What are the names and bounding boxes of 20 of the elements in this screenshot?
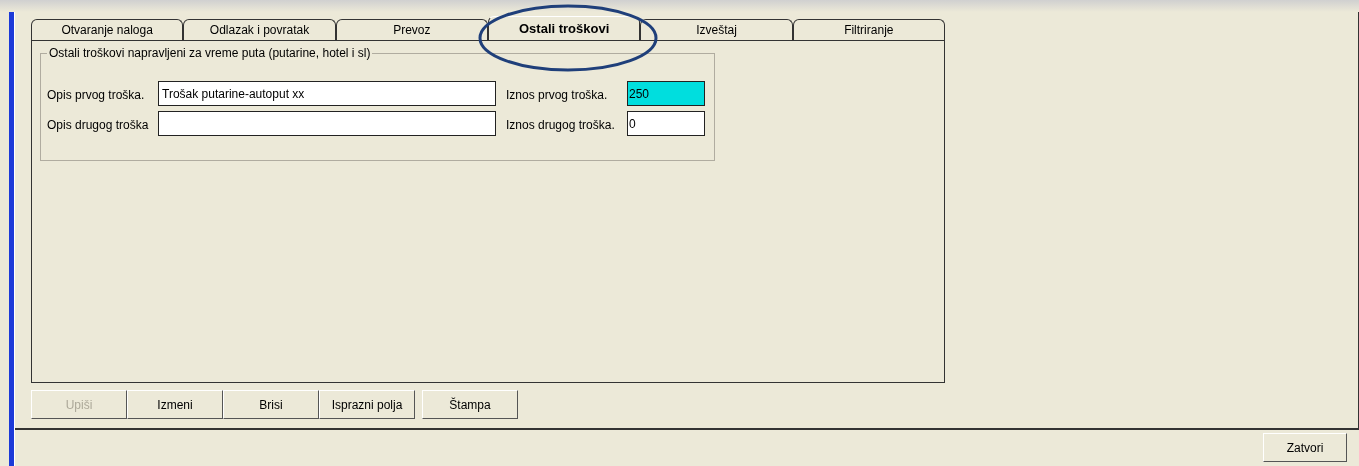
tab[interactable]: Filtriranje <box>792 19 945 40</box>
field-label: Iznos drugog troška. <box>506 118 616 134</box>
tab[interactable]: Prevoz <box>335 19 488 40</box>
group-title: Ostali troškovi napravljeni za vreme puta (putarine, hotel i sl) <box>48 46 372 60</box>
input-field[interactable]: 0 <box>627 111 705 136</box>
input-field[interactable] <box>158 111 496 136</box>
tab[interactable]: Otvaranje naloga <box>31 19 184 40</box>
tab[interactable]: Izveštaj <box>640 19 793 40</box>
tab[interactable]: Odlazak i povratak <box>183 19 336 40</box>
action-button[interactable]: Izmeni <box>127 390 223 419</box>
action-button[interactable]: Štampa <box>422 390 518 419</box>
tab[interactable]: Ostali troškovi <box>488 16 641 40</box>
field-label: Iznos prvog troška. <box>506 88 609 104</box>
input-field[interactable]: Trošak putarine-autoput xx <box>158 81 496 106</box>
field-label: Opis prvog troška. <box>47 88 146 104</box>
action-button[interactable]: Isprazni polja <box>319 390 415 419</box>
close-button[interactable]: Zatvori <box>1263 433 1347 462</box>
input-field[interactable]: 250 <box>627 81 705 106</box>
action-button[interactable]: Brisi <box>223 390 319 419</box>
field-label: Opis drugog troška <box>47 118 150 134</box>
